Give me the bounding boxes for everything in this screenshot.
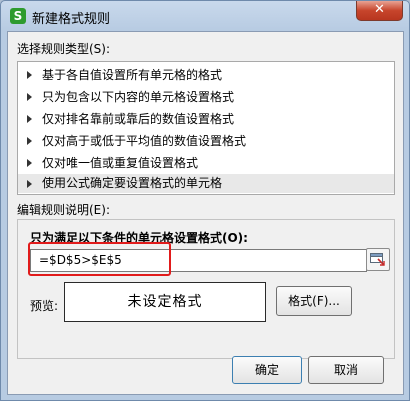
close-button[interactable]: ✕ (356, 1, 403, 21)
wps-spreadsheet-icon: S (10, 8, 26, 24)
rule-type-item-label: 仅对唯一值或重复值设置格式 (42, 156, 199, 170)
triangle-right-icon (27, 93, 32, 101)
title-bar[interactable]: S 新建格式规则 ✕ (1, 1, 409, 31)
triangle-right-icon (27, 71, 32, 79)
rule-type-item-label: 仅对高于或低于平均值的数值设置格式 (42, 134, 247, 148)
rule-type-item-label: 使用公式确定要设置格式的单元格 (42, 176, 223, 190)
range-select-icon (370, 253, 385, 266)
dialog-title: 新建格式规则 (32, 12, 111, 27)
range-select-button[interactable] (366, 248, 390, 271)
rule-type-item-selected[interactable]: 使用公式确定要设置格式的单元格 (18, 174, 394, 193)
formula-label: 只为满足以下条件的单元格设置格式(O): (30, 231, 248, 245)
format-preview: 未设定格式 (64, 282, 266, 322)
preview-label: 预览: (30, 299, 59, 313)
rule-type-item[interactable]: 基于各自值设置所有单元格的格式 (18, 64, 394, 86)
formula-field[interactable] (30, 249, 367, 272)
rule-type-list: 基于各自值设置所有单元格的格式 只为包含以下内容的单元格设置格式 仅对排名靠前或… (17, 61, 395, 195)
rule-type-item[interactable]: 只为包含以下内容的单元格设置格式 (18, 86, 394, 108)
triangle-right-icon (27, 180, 32, 188)
rule-type-item[interactable]: 仅对高于或低于平均值的数值设置格式 (18, 130, 394, 152)
rule-type-label: 选择规则类型(S): (17, 42, 111, 56)
rule-type-item-label: 基于各自值设置所有单元格的格式 (42, 68, 223, 82)
rule-type-item[interactable]: 仅对排名靠前或靠后的数值设置格式 (18, 108, 394, 130)
rule-description-label: 编辑规则说明(E): (17, 203, 110, 217)
rule-type-item-label: 只为包含以下内容的单元格设置格式 (42, 90, 235, 104)
triangle-right-icon (27, 137, 32, 145)
ok-button[interactable]: 确定 (232, 356, 302, 384)
rule-description-panel: 只为满足以下条件的单元格设置格式(O): 预览: 未设定格式 格式(F)... (17, 219, 395, 359)
triangle-right-icon (27, 159, 32, 167)
triangle-right-icon (27, 115, 32, 123)
rule-type-item[interactable]: 仅对唯一值或重复值设置格式 (18, 152, 394, 174)
cancel-button[interactable]: 取消 (308, 356, 384, 384)
format-button[interactable]: 格式(F)... (276, 286, 352, 316)
new-format-rule-dialog: S 新建格式规则 ✕ 选择规则类型(S): 基于各自值设置所有单元格的格式 只为… (0, 0, 410, 401)
dialog-body: 选择规则类型(S): 基于各自值设置所有单元格的格式 只为包含以下内容的单元格设… (7, 31, 404, 395)
rule-type-item-label: 仅对排名靠前或靠后的数值设置格式 (42, 112, 235, 126)
close-icon: ✕ (374, 2, 385, 17)
formula-input[interactable] (31, 250, 359, 269)
